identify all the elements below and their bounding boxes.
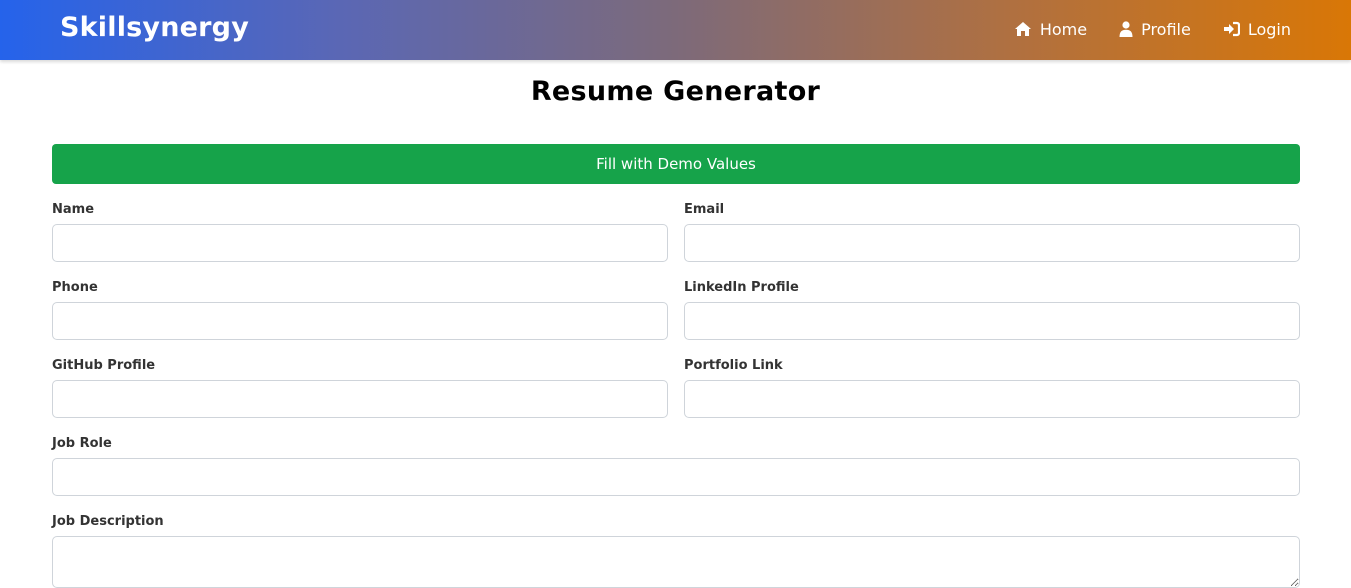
nav-link-login[interactable]: Login <box>1223 18 1291 40</box>
fill-demo-values-button[interactable]: Fill with Demo Values <box>52 144 1300 184</box>
github-label: GitHub Profile <box>52 358 156 373</box>
nav-links: Home Profile Login <box>982 18 1291 40</box>
nav-link-label: Home <box>1039 19 1088 39</box>
name-label: Name <box>52 202 95 217</box>
email-label: Email <box>684 202 725 217</box>
nav-link-label: Login <box>1247 19 1291 39</box>
phone-label: Phone <box>52 280 98 295</box>
linkedin-label: LinkedIn Profile <box>684 280 799 295</box>
portfolio-label: Portfolio Link <box>684 358 783 373</box>
email-field[interactable] <box>684 224 1300 262</box>
github-field[interactable] <box>52 380 668 418</box>
nav-link-home[interactable]: Home <box>1014 18 1087 40</box>
home-icon <box>1014 22 1031 36</box>
name-field[interactable] <box>52 224 668 262</box>
phone-field[interactable] <box>52 302 668 340</box>
job-description-field[interactable] <box>52 536 1300 588</box>
page-title: Resume Generator <box>530 76 821 107</box>
sign-in-icon <box>1223 21 1240 37</box>
nav-link-profile[interactable]: Profile <box>1119 18 1191 40</box>
nav-link-label: Profile <box>1141 19 1191 39</box>
brand-logo[interactable]: Skillsynergy <box>60 12 249 43</box>
portfolio-field[interactable] <box>684 380 1300 418</box>
job-description-label: Job Description <box>52 514 164 529</box>
job-role-field[interactable] <box>52 458 1300 496</box>
linkedin-field[interactable] <box>684 302 1300 340</box>
navbar: Skillsynergy Home Profile Login <box>0 0 1351 60</box>
user-icon <box>1119 21 1133 37</box>
job-role-label: Job Role <box>52 436 112 451</box>
